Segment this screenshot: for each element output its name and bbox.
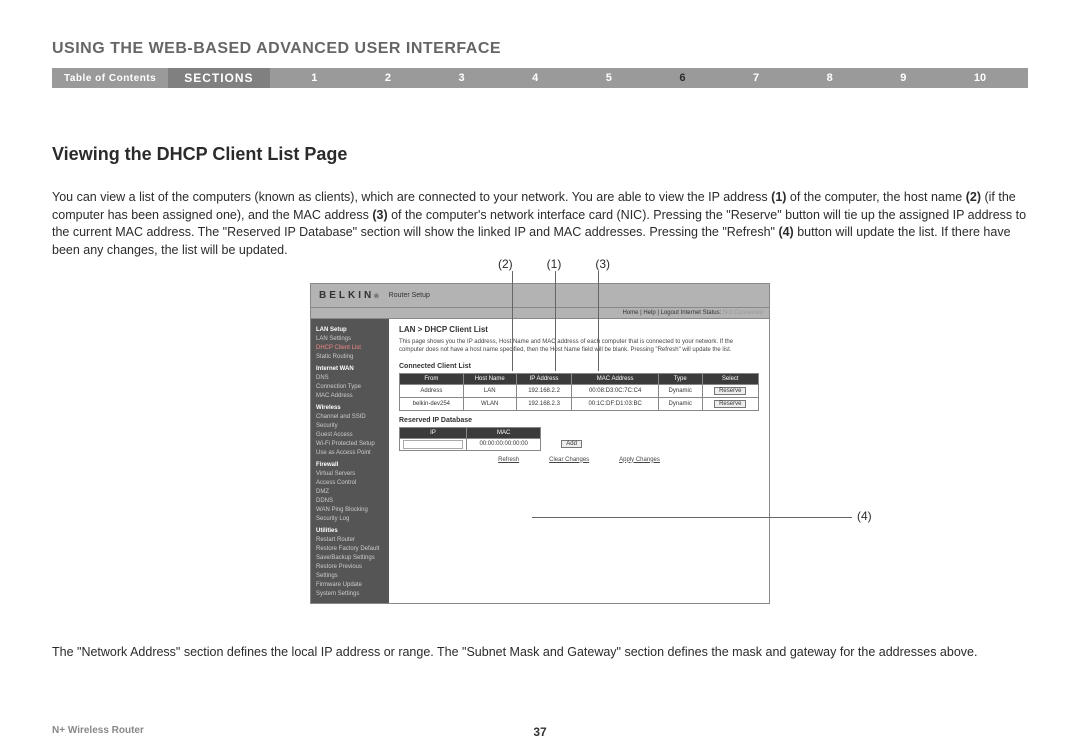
sidebar-item[interactable]: Guest Access <box>316 431 384 440</box>
table-row: belkin-dev254 WLAN 192.168.2.3 00:1C:DF:… <box>400 397 759 410</box>
section-5[interactable]: 5 <box>606 72 612 84</box>
nav-bar: Table of Contents SECTIONS 1 2 3 4 5 6 7… <box>52 68 1028 88</box>
section-heading: Viewing the DHCP Client List Page <box>52 144 1028 165</box>
page-number: 37 <box>533 725 546 739</box>
brand-logo: BELKIN® <box>319 290 379 301</box>
sidebar-item-active[interactable]: DHCP Client List <box>316 344 384 353</box>
section-6[interactable]: 6 <box>679 72 685 84</box>
add-button[interactable]: Add <box>561 440 582 448</box>
body-paragraph-2: The "Network Address" section defines th… <box>52 644 1028 662</box>
sidebar-item[interactable]: Restore Previous Settings <box>316 563 384 581</box>
section-2[interactable]: 2 <box>385 72 391 84</box>
sidebar-item[interactable]: MAC Address <box>316 392 384 401</box>
reserve-button[interactable]: Reserve <box>714 387 746 395</box>
sidebar-item[interactable]: Static Routing <box>316 353 384 362</box>
sidebar-item[interactable]: DMZ <box>316 488 384 497</box>
callout-line <box>532 517 852 518</box>
refresh-link[interactable]: Refresh <box>498 457 519 463</box>
table-row: Address LAN 192.168.2.2 00:08:D3:0C:7C:C… <box>400 384 759 397</box>
sidebar-item[interactable]: Security Log <box>316 515 384 524</box>
router-setup-label: Router Setup <box>389 292 430 299</box>
sidebar-item[interactable]: Save/Backup Settings <box>316 554 384 563</box>
callout-2: (2) <box>498 257 513 271</box>
router-main-panel: LAN > DHCP Client List This page shows y… <box>389 319 769 603</box>
reserve-button[interactable]: Reserve <box>714 400 746 408</box>
router-screenshot: BELKIN® Router Setup Home | Help | Logou… <box>310 283 770 604</box>
sidebar-item[interactable]: Virtual Servers <box>316 470 384 479</box>
toc-link[interactable]: Table of Contents <box>52 73 168 84</box>
section-4[interactable]: 4 <box>532 72 538 84</box>
panel-description: This page shows you the IP address, Host… <box>399 339 759 355</box>
figure: (2) (1) (3) (4) BELKIN® Router Setup Hom… <box>52 283 1028 604</box>
sidebar-item[interactable]: System Settings <box>316 590 384 599</box>
sidebar-item[interactable]: Restart Router <box>316 536 384 545</box>
sidebar-item[interactable]: Wi-Fi Protected Setup <box>316 440 384 449</box>
sidebar-item[interactable]: Access Control <box>316 479 384 488</box>
sidebar-item[interactable]: Restore Factory Default <box>316 545 384 554</box>
apply-changes-link[interactable]: Apply Changes <box>619 457 660 463</box>
sidebar-item[interactable]: Security <box>316 422 384 431</box>
section-9[interactable]: 9 <box>900 72 906 84</box>
callout-1: (1) <box>547 257 562 271</box>
callout-4: (4) <box>857 509 872 523</box>
router-status-bar: Home | Help | Logout Internet Status: No… <box>311 308 769 319</box>
page-title: USING THE WEB-BASED ADVANCED USER INTERF… <box>52 40 1028 58</box>
ip-input[interactable] <box>403 440 463 449</box>
sidebar-item[interactable]: Use as Access Point <box>316 449 384 458</box>
breadcrumb: LAN > DHCP Client List <box>399 325 759 334</box>
section-numbers: 1 2 3 4 5 6 7 8 9 10 <box>270 72 1028 84</box>
sidebar-item[interactable]: LAN Settings <box>316 335 384 344</box>
callout-3: (3) <box>595 257 610 271</box>
connected-list-label: Connected Client List <box>399 363 759 370</box>
body-paragraph-1: You can view a list of the computers (kn… <box>52 189 1028 259</box>
sidebar-item[interactable]: WAN Ping Blocking <box>316 506 384 515</box>
sections-label: SECTIONS <box>168 68 269 88</box>
sidebar-item[interactable]: Connection Type <box>316 383 384 392</box>
callout-line <box>512 271 513 371</box>
sidebar-item[interactable]: Firmware Update <box>316 581 384 590</box>
clear-changes-link[interactable]: Clear Changes <box>549 457 589 463</box>
product-name: N+ Wireless Router <box>52 725 144 736</box>
callout-line <box>555 271 556 371</box>
sidebar-item[interactable]: DNS <box>316 374 384 383</box>
callout-line <box>598 271 599 371</box>
section-1[interactable]: 1 <box>311 72 317 84</box>
section-10[interactable]: 10 <box>974 72 986 84</box>
section-7[interactable]: 7 <box>753 72 759 84</box>
router-sidebar: LAN Setup LAN Settings DHCP Client List … <box>311 319 389 603</box>
section-3[interactable]: 3 <box>459 72 465 84</box>
section-8[interactable]: 8 <box>827 72 833 84</box>
sidebar-item[interactable]: Channel and SSID <box>316 413 384 422</box>
reserved-db-label: Reserved IP Database <box>399 417 759 424</box>
reserved-table: IP MAC 00:00:00:00:00:00 Add <box>399 427 602 451</box>
client-table: From Host Name IP Address MAC Address Ty… <box>399 373 759 411</box>
sidebar-item[interactable]: DDNS <box>316 497 384 506</box>
